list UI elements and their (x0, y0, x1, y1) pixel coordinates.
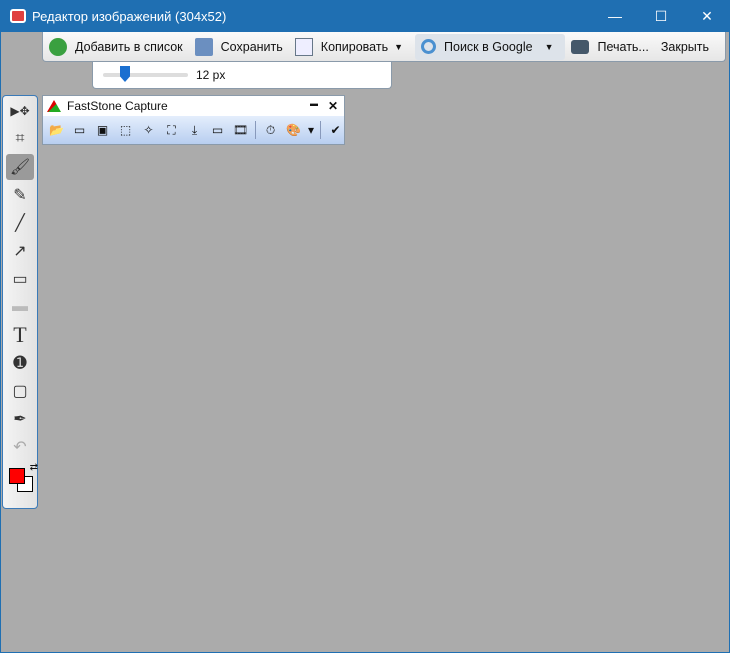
counter-tool[interactable]: ➊ (6, 350, 34, 376)
highlighter-tool[interactable]: ✎ (6, 182, 34, 208)
minimize-button[interactable]: — (592, 8, 638, 25)
capture-title: FastStone Capture (67, 99, 168, 113)
window-title: Редактор изображений (304x52) (32, 8, 227, 24)
size-slider-track[interactable] (103, 73, 188, 77)
save-label: Сохранить (220, 39, 283, 54)
capture-fixed-region-icon[interactable]: ▭ (209, 123, 226, 138)
close-button[interactable]: ✕ (684, 8, 730, 25)
capture-region-icon[interactable]: ⬚ (117, 123, 134, 138)
screen-recorder-icon[interactable]: 🎞 (232, 123, 249, 138)
select-move-tool[interactable]: ▶✥ (6, 98, 34, 124)
settings-icon[interactable]: ✔ (327, 123, 344, 138)
close-editor-button[interactable]: Закрыть (655, 34, 715, 60)
separator (255, 121, 256, 139)
chevron-down-icon[interactable]: ▼ (533, 42, 560, 52)
size-value: 12 px (196, 68, 226, 82)
brush-tool[interactable]: 🖌 (6, 154, 34, 180)
color-picker-tool[interactable]: ✒ (6, 406, 34, 432)
save-button[interactable]: Сохранить (189, 34, 289, 60)
capture-object-icon[interactable]: ▣ (94, 123, 111, 138)
printer-icon (571, 39, 590, 54)
copy-label: Копировать (320, 39, 389, 54)
capture-window-icon[interactable]: ▭ (71, 123, 88, 138)
swap-colors-icon[interactable]: ⇄ (30, 462, 38, 473)
separator (320, 121, 321, 139)
capture-freehand-icon[interactable]: ✧ (140, 123, 157, 138)
undo-button[interactable]: ↶ (6, 434, 34, 460)
print-label: Печать... (597, 39, 649, 54)
blur-tool[interactable]: ▢ (6, 378, 34, 404)
size-slider-thumb[interactable] (120, 66, 130, 82)
main-toolbar: Добавить в список Сохранить Копировать ▼ … (42, 32, 726, 62)
copy-button[interactable]: Копировать ▼ (289, 34, 415, 60)
clipboard-icon (294, 37, 313, 56)
add-to-list-button[interactable]: Добавить в список (43, 34, 189, 60)
plus-icon (49, 37, 67, 56)
faststone-capture-panel: FastStone Capture ▬ ✕ 📂 ▭ ▣ ⬚ ✧ ⛶ ⤓ ▭ 🎞 ⏱… (42, 95, 345, 145)
capture-toolbar: 📂 ▭ ▣ ⬚ ✧ ⛶ ⤓ ▭ 🎞 ⏱ 🎨 ▾ ✔ (43, 116, 344, 144)
capture-scrolling-icon[interactable]: ⤓ (186, 123, 203, 138)
chevron-down-icon[interactable]: ▾ (308, 123, 314, 138)
output-palette-icon[interactable]: 🎨 (285, 123, 302, 138)
tools-panel: ▶✥ ⌗ 🖌 ✎ ╱ ↗ ▭ ▬ T ➊ ▢ ✒ ↶ ⇄ (2, 95, 38, 509)
size-slider-panel: 12 px (92, 62, 392, 89)
line-tool[interactable]: ╱ (6, 210, 34, 236)
capture-minimize-button[interactable]: ▬ (310, 99, 318, 113)
app-icon (10, 9, 26, 23)
rectangle-tool[interactable]: ▭ (6, 266, 34, 292)
capture-close-button[interactable]: ✕ (328, 99, 338, 113)
add-label: Добавить в список (75, 39, 183, 54)
google-search-button[interactable]: Поиск в Google ▼ (415, 33, 566, 60)
search-label: Поиск в Google (444, 39, 533, 54)
chevron-down-icon[interactable]: ▼ (388, 42, 409, 52)
foreground-color[interactable] (9, 468, 25, 484)
faststone-logo-icon (47, 100, 61, 112)
search-icon (421, 39, 437, 54)
arrow-tool[interactable]: ↗ (6, 238, 34, 264)
open-icon[interactable]: 📂 (48, 123, 65, 138)
print-button[interactable]: Печать... (565, 34, 654, 60)
text-tool[interactable]: T (6, 322, 34, 348)
capture-fullscreen-icon[interactable]: ⛶ (163, 123, 180, 138)
floppy-icon (194, 37, 213, 56)
filled-rectangle-tool[interactable]: ▬ (6, 294, 34, 320)
title-bar: Редактор изображений (304x52) — ☐ ✕ (0, 0, 730, 32)
color-swatches[interactable]: ⇄ (6, 462, 38, 494)
capture-titlebar: FastStone Capture ▬ ✕ (43, 96, 344, 116)
crop-tool[interactable]: ⌗ (6, 126, 34, 152)
close-label: Закрыть (660, 39, 710, 54)
timer-icon[interactable]: ⏱ (262, 123, 279, 138)
maximize-button[interactable]: ☐ (638, 8, 684, 25)
